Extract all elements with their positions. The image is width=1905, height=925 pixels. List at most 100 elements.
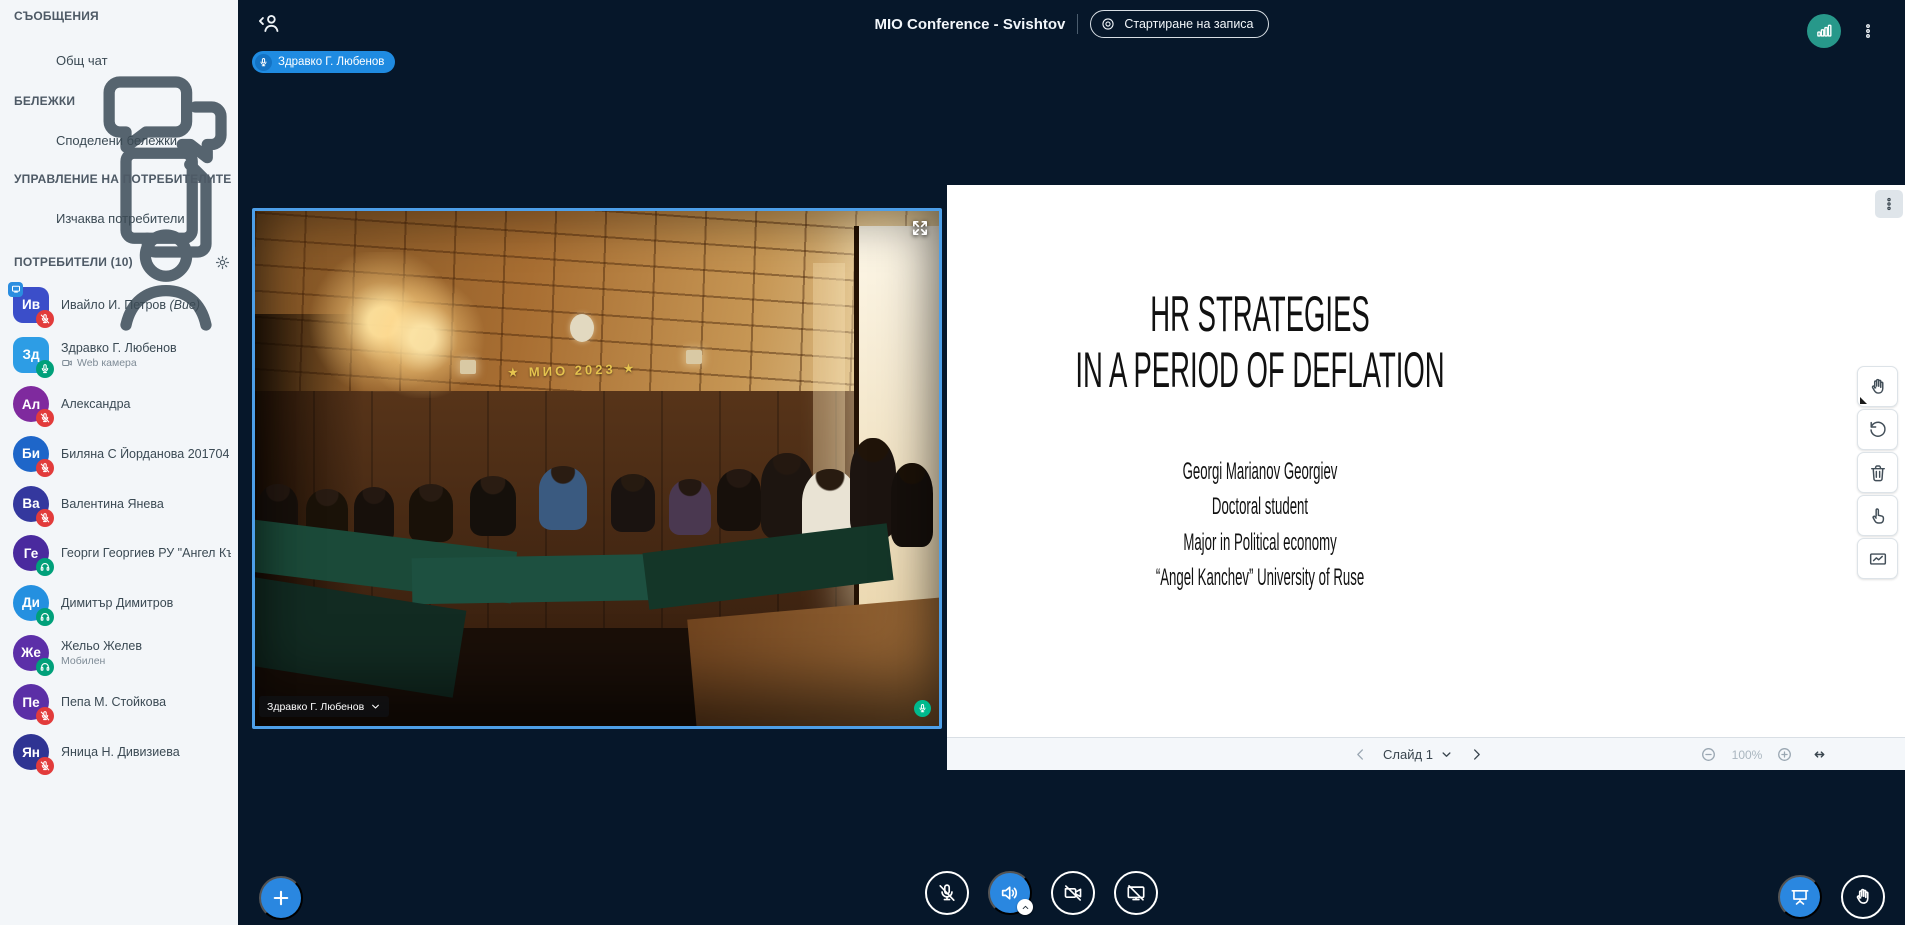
clear-annotations-button[interactable] — [1857, 452, 1898, 493]
slide-title-line1: HR STRATEGIES — [1051, 286, 1469, 342]
multi-user-whiteboard-button[interactable] — [1857, 495, 1898, 536]
zoom-in-button[interactable] — [1771, 738, 1797, 771]
audio-leave-button[interactable] — [988, 871, 1032, 915]
minimize-presentation-button[interactable] — [1778, 875, 1822, 919]
webcam-video-scene: ★ МИО 2023 ★ — [255, 211, 939, 726]
user-management-section-title: УПРАВЛЕНИЕ НА ПОТРЕБИТЕЛИТЕ — [14, 172, 231, 186]
waiting-user-icon — [16, 205, 42, 231]
manage-users-gear-button[interactable] — [210, 250, 234, 274]
user-subtitle: Web камера — [61, 357, 177, 369]
presenter-badge-icon — [8, 282, 23, 297]
user-text: Георги Георгиев РУ "Ангел Кънч… — [61, 546, 231, 560]
share-screen-button[interactable] — [1114, 871, 1158, 915]
user-list-item[interactable]: Би Биляна С Йорданова 201704 — [0, 429, 238, 479]
user-text: Ивайло И. Петров (Вие) — [61, 298, 200, 312]
raise-hand-button[interactable] — [1841, 875, 1885, 919]
avatar: Ян — [13, 734, 49, 770]
slide-title-line2: IN A PERIOD OF DEFLATION — [1051, 342, 1469, 398]
audio-device-menu-badge[interactable] — [1017, 899, 1033, 915]
next-slide-button[interactable] — [1463, 738, 1489, 771]
sidebar-item-shared-notes[interactable]: Споделени бележки — [0, 118, 238, 162]
zoom-out-button[interactable] — [1695, 738, 1721, 771]
previous-slide-button[interactable] — [1347, 738, 1373, 771]
zoom-in-icon — [1776, 746, 1793, 763]
avatar-initials: Пе — [22, 695, 39, 710]
mic-icon — [917, 703, 928, 714]
options-menu-button[interactable] — [1855, 14, 1881, 48]
zoom-level-value: 100% — [1725, 738, 1769, 771]
fullscreen-expand-icon — [910, 218, 930, 238]
actions-plus-button[interactable] — [259, 876, 303, 920]
connection-status-button[interactable] — [1807, 14, 1841, 48]
user-text: Пепа М. Стойкова — [61, 695, 166, 709]
user-name: Георги Георгиев РУ "Ангел Кънч… — [61, 546, 231, 560]
start-recording-label: Стартиране на записа — [1124, 17, 1253, 31]
user-name: Жельо Желев — [61, 639, 142, 653]
user-list-item[interactable]: Ге Георги Георгиев РУ "Ангел Кънч… — [0, 528, 238, 578]
avatar-initials: Ге — [24, 546, 38, 561]
user-list-item[interactable]: Ив Ивайло И. Петров (Вие) — [0, 280, 238, 330]
user-text: Александра — [61, 397, 131, 411]
slide-author-line: Doctoral student — [1051, 489, 1469, 524]
snapshot-tool-button[interactable] — [1857, 538, 1898, 579]
tool-submenu-corner — [1860, 397, 1867, 404]
user-list-item[interactable]: Ва Валентина Янева — [0, 479, 238, 529]
speaker-icon — [999, 882, 1021, 904]
avatar: Пе — [13, 684, 49, 720]
share-camera-button[interactable] — [1051, 871, 1095, 915]
slide-author-line: Major in Political economy — [1051, 525, 1469, 560]
whiteboard-toolbar — [1857, 366, 1898, 581]
trash-icon — [1867, 462, 1889, 484]
user-text: Яница Н. Дивизиева — [61, 745, 180, 759]
hand-tool-button[interactable] — [1857, 366, 1898, 407]
voice-status-badge-icon — [36, 757, 54, 775]
user-list-item[interactable]: Зд Здравко Г. Любенов Web камера — [0, 330, 238, 380]
chevron-down-icon — [370, 701, 381, 712]
slide-author-line: “Angel Kanchev” University of Ruse — [1051, 560, 1469, 595]
avatar-initials: Ва — [22, 496, 39, 511]
avatar-initials: Ян — [22, 745, 40, 760]
webcam-user-dropdown[interactable]: Здравко Г. Любенов — [259, 696, 389, 717]
top-bar: MIO Conference - Svishtov Стартиране на … — [238, 0, 1905, 48]
undo-icon — [1867, 419, 1889, 441]
user-list-item[interactable]: Же Жельо Желев Мобилен — [0, 628, 238, 678]
voice-status-badge-icon — [36, 608, 54, 626]
slide-author-line: Georgi Marianov Georgiev — [1051, 454, 1469, 489]
slide-canvas[interactable]: HR STRATEGIES IN A PERIOD OF DEFLATION G… — [947, 185, 1905, 737]
sidebar-item-public-chat[interactable]: Общ чат — [0, 38, 238, 82]
user-list-item[interactable]: Ди Димитър Димитров — [0, 578, 238, 628]
unmute-mic-button[interactable] — [925, 871, 969, 915]
user-list-item[interactable]: Ал Александра — [0, 379, 238, 429]
webcam-user-name: Здравко Г. Любенов — [267, 701, 364, 713]
webcam-icon — [61, 357, 73, 369]
start-recording-button[interactable]: Стартиране на записа — [1090, 10, 1268, 38]
user-name: Биляна С Йорданова 201704 — [61, 447, 229, 461]
avatar-initials: Же — [21, 645, 41, 660]
collapse-userlist-button[interactable] — [254, 10, 288, 38]
waiting-users-label: Изчаква потребители — [56, 211, 185, 226]
notes-icon — [16, 127, 42, 153]
avatar-initials: Зд — [22, 347, 39, 362]
user-list-item[interactable]: Пе Пепа М. Стойкова — [0, 678, 238, 728]
avatar: Ди — [13, 585, 49, 621]
chevron-down-icon — [1440, 748, 1453, 761]
slide-author-block: Georgi Marianov Georgiev Doctoral studen… — [1051, 454, 1469, 596]
slide-select-dropdown[interactable]: Слайд 1 — [1375, 738, 1461, 771]
chevron-left-icon — [1352, 746, 1369, 763]
user-list: Ив Ивайло И. Петров (Вие) Зд Здравко Г. … — [0, 280, 238, 777]
voice-status-badge-icon — [36, 360, 54, 378]
user-list-item[interactable]: Ян Яница Н. Дивизиева — [0, 727, 238, 777]
sidebar-item-waiting-users[interactable]: Изчаква потребители — [0, 196, 238, 240]
mic-off-icon — [936, 882, 958, 904]
avatar: Зд — [13, 337, 49, 373]
connection-signal-icon — [1815, 22, 1833, 40]
whiteboard-options-button[interactable] — [1875, 190, 1903, 218]
voice-status-badge-icon — [36, 558, 54, 576]
avatar: Ив — [13, 287, 49, 323]
undo-button[interactable] — [1857, 409, 1898, 450]
raise-hand-icon — [1852, 886, 1874, 908]
webcam-fullscreen-button[interactable] — [910, 218, 930, 238]
title-cluster: MIO Conference - Svishtov Стартиране на … — [238, 0, 1905, 48]
fit-to-width-button[interactable] — [1805, 738, 1833, 771]
user-text: Здравко Г. Любенов Web камера — [61, 341, 177, 369]
